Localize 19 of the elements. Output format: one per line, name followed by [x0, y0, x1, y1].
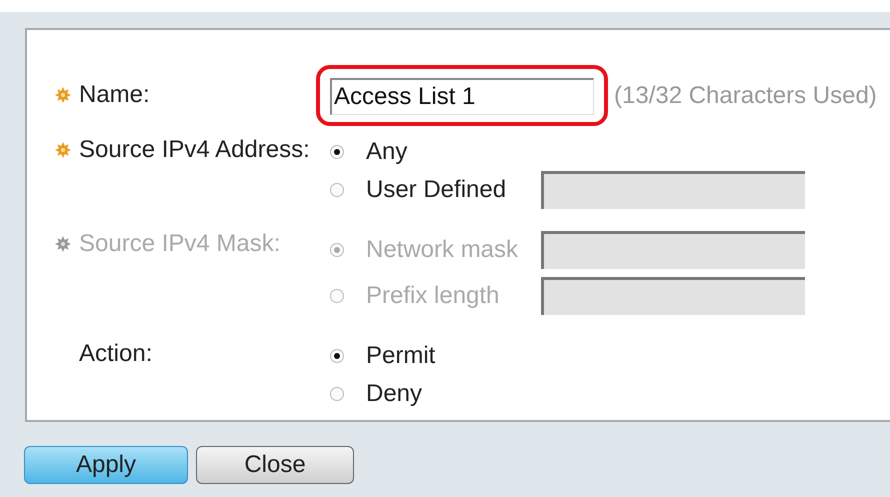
- field-label: Source IPv4 Address:: [79, 135, 310, 165]
- option-label: User Defined: [366, 175, 508, 205]
- field-label: Action:: [79, 339, 152, 369]
- close-button[interactable]: Close: [196, 446, 354, 484]
- field-label: Source IPv4 Mask:: [79, 229, 280, 259]
- radio-button[interactable]: [330, 387, 344, 401]
- input-field[interactable]: [541, 171, 805, 209]
- name-field[interactable]: Access List 1: [330, 78, 594, 115]
- option-label: Network mask: [366, 235, 520, 265]
- radio-button[interactable]: [330, 145, 344, 159]
- radio-button[interactable]: [330, 183, 344, 197]
- option-label: Prefix length: [366, 281, 500, 311]
- option-label: Permit: [366, 341, 436, 371]
- option-label: Deny: [366, 379, 422, 409]
- radio-button[interactable]: [330, 349, 344, 363]
- apply-button[interactable]: Apply: [24, 446, 188, 484]
- option-label: Any: [366, 137, 408, 167]
- field-label: Name:: [79, 80, 150, 110]
- character-count: (13/32 Characters Used): [614, 81, 877, 111]
